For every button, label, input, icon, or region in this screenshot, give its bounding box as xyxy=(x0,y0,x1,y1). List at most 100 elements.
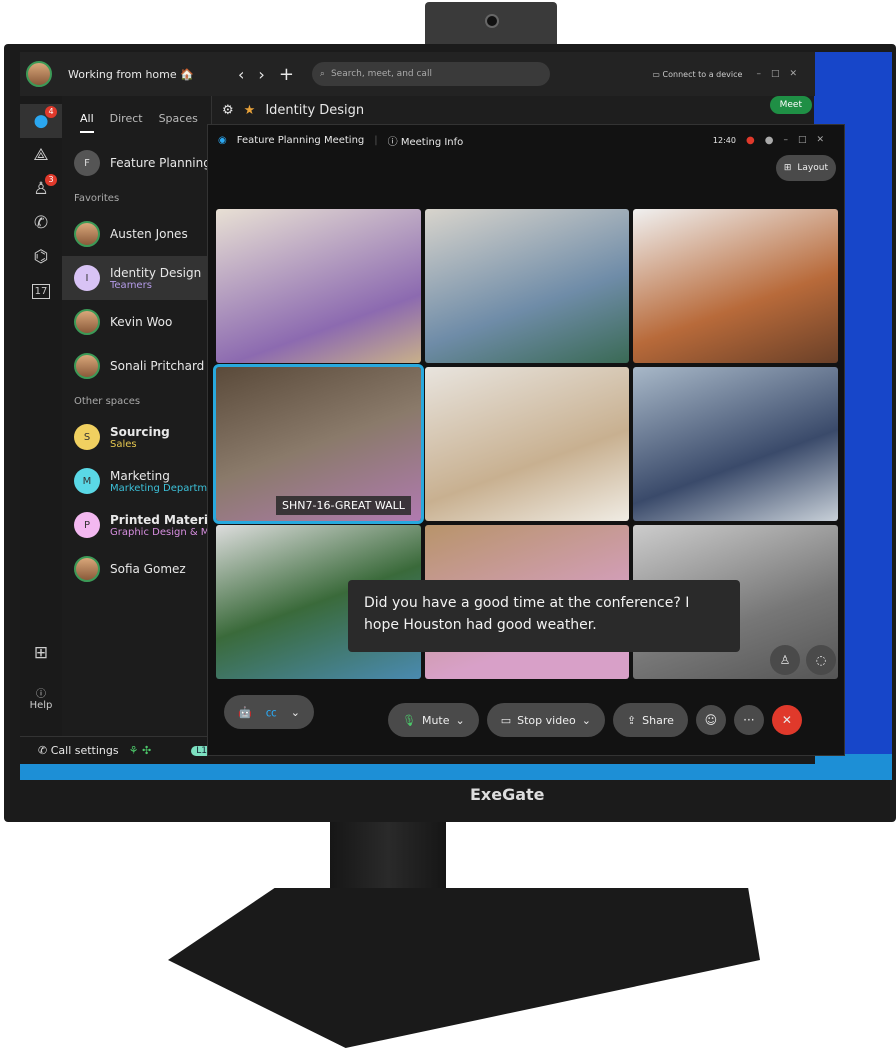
space-title: Identity Design xyxy=(265,102,365,118)
avatar xyxy=(74,309,100,335)
video-tile[interactable] xyxy=(633,209,838,363)
nav-calls[interactable]: ✆ xyxy=(20,206,62,240)
back-icon[interactable]: ‹ xyxy=(238,65,244,84)
top-bar: Working from home 🏠 ‹ › + ⌕ Search, meet,… xyxy=(20,52,815,96)
list-item[interactable]: Austen Jones xyxy=(62,212,211,256)
smiley-icon: ☺ xyxy=(704,713,718,727)
meeting-time: 12:40 xyxy=(712,135,736,145)
window-controls[interactable]: –□✕ xyxy=(783,135,834,145)
meeting-info-button[interactable]: ⓘ Meeting Info xyxy=(388,133,464,148)
user-avatar[interactable] xyxy=(26,61,52,87)
connect-device-button[interactable]: ▭ Connect to a device xyxy=(652,70,742,79)
item-name: Austen Jones xyxy=(110,227,188,241)
status-text[interactable]: Working from home 🏠 xyxy=(68,68,218,81)
nav-teams[interactable]: ⟁ xyxy=(20,138,62,172)
connect-label: Connect to a device xyxy=(662,69,743,79)
share-button[interactable]: ⇪ Share xyxy=(612,703,688,737)
nav-contacts[interactable]: ♙ 3 xyxy=(20,172,62,206)
nav-help[interactable]: ⓘ Help xyxy=(20,676,62,720)
video-tile-active[interactable]: SHN7-16-GREAT WALL xyxy=(213,364,424,524)
star-icon[interactable]: ★ xyxy=(244,103,256,118)
list-item[interactable]: Kevin Woo xyxy=(62,300,211,344)
phone-gear-icon: ✆ xyxy=(38,744,51,757)
camera-icon: ▭ xyxy=(500,713,512,727)
list-item[interactable]: S Sourcing Sales xyxy=(62,415,211,459)
grid-icon: ⊞ xyxy=(783,163,792,173)
more-button[interactable]: ··· xyxy=(733,705,764,735)
ai-assistant-icon[interactable]: 🤖 xyxy=(238,706,252,719)
list-item[interactable]: M Marketing Marketing Department xyxy=(62,459,224,503)
space-header: ⚙ ★ Identity Design xyxy=(212,98,732,122)
chevron-down-icon[interactable]: ⌄ xyxy=(582,714,591,727)
avatar: I xyxy=(74,265,100,291)
item-text: Sourcing Sales xyxy=(110,425,170,450)
webcam-lens xyxy=(485,14,499,28)
plus-icon[interactable]: + xyxy=(279,64,294,85)
microphone-icon: 🎙 xyxy=(402,713,416,727)
nav-messages[interactable]: ● 4 xyxy=(20,104,62,138)
voicemail-icon: ⌬ xyxy=(33,247,49,267)
screen: Working from home 🏠 ‹ › + ⌕ Search, meet,… xyxy=(20,52,892,780)
item-name: Identity Design xyxy=(110,265,202,280)
meeting-window: ◉ Feature Planning Meeting | ⓘ Meeting I… xyxy=(207,124,845,756)
apps-grid-icon: ⊞ xyxy=(33,643,49,663)
reactions-button[interactable]: ☺ xyxy=(695,705,726,735)
teams-icon: ⟁ xyxy=(33,145,49,165)
call-settings-button[interactable]: ✆ Call settings xyxy=(38,744,119,757)
edit-icon[interactable]: ● xyxy=(765,135,774,146)
meet-button[interactable]: Meet xyxy=(769,96,812,114)
contacts-badge: 3 xyxy=(45,174,57,186)
video-tile[interactable] xyxy=(424,367,630,521)
participants-icon[interactable]: ♙ xyxy=(770,645,800,675)
recording-icon[interactable]: ● xyxy=(746,135,755,146)
tab-all[interactable]: All xyxy=(80,112,94,133)
list-item-pinned[interactable]: F Feature Planning Meeting xyxy=(62,141,263,185)
chat-icon[interactable]: ◌ xyxy=(806,645,836,675)
nav-calendar[interactable]: 17 xyxy=(20,274,62,308)
avatar: F xyxy=(74,150,100,176)
share-label: Share xyxy=(642,713,674,727)
search-input[interactable]: ⌕ Search, meet, and call xyxy=(311,62,550,86)
side-controls: ♙ ◌ xyxy=(770,645,836,675)
list-item[interactable]: Sonali Pritchard xyxy=(62,344,211,388)
webcam xyxy=(425,2,557,50)
item-name: Marketing xyxy=(110,468,170,483)
chevron-down-icon[interactable]: ⌄ xyxy=(456,714,465,727)
list-item[interactable]: Sofia Gomez xyxy=(62,547,211,591)
stop-video-button[interactable]: ▭ Stop video ⌄ xyxy=(486,703,605,737)
messages-badge: 4 xyxy=(45,106,57,118)
search-icon: ⌕ xyxy=(319,69,325,79)
avatar xyxy=(74,221,100,247)
assistant-controls: 🤖 ㏄ ⌄ xyxy=(224,695,314,729)
video-tile[interactable] xyxy=(633,367,838,521)
window-controls[interactable]: –□✕ xyxy=(756,69,807,79)
share-icon: ⇪ xyxy=(626,713,637,727)
avatar xyxy=(74,556,100,582)
forward-icon[interactable]: › xyxy=(258,65,264,84)
layout-label: Layout xyxy=(797,163,828,173)
closed-captions-icon[interactable]: ㏄ xyxy=(266,704,277,720)
gear-icon[interactable]: ⚙ xyxy=(222,103,234,118)
calendar-icon: 17 xyxy=(31,283,51,299)
nav-voicemail[interactable]: ⌬ xyxy=(20,240,62,274)
avatar: S xyxy=(74,424,100,450)
list-item[interactable]: P Printed Materials Graphic Design & Marke… xyxy=(62,503,251,547)
end-call-button[interactable]: ✕ xyxy=(771,705,802,735)
mute-button[interactable]: 🎙 Mute ⌄ xyxy=(388,703,479,737)
list-item[interactable]: I Identity Design Teamers xyxy=(62,256,211,300)
meeting-info-label: Meeting Info xyxy=(400,136,464,148)
chevron-down-icon[interactable]: ⌄ xyxy=(291,706,300,719)
avatar: M xyxy=(74,468,100,494)
tab-spaces[interactable]: Spaces xyxy=(159,112,198,133)
nav-rail: ● 4 ⟁ ♙ 3 ✆ ⌬ 17 ⊞ ⓘ Help xyxy=(20,96,62,736)
meeting-title: Feature Planning Meeting xyxy=(236,134,365,146)
tab-direct[interactable]: Direct xyxy=(110,112,143,133)
nav-apps[interactable]: ⊞ xyxy=(20,636,62,670)
item-sub: Teamers xyxy=(110,279,152,291)
video-tile[interactable] xyxy=(216,209,421,363)
layout-button[interactable]: ⊞ Layout xyxy=(775,155,836,181)
video-tile[interactable] xyxy=(424,209,630,363)
section-favorites: Favorites xyxy=(74,193,120,204)
item-text: Identity Design Teamers xyxy=(110,266,201,291)
stop-video-label: Stop video xyxy=(517,713,576,727)
